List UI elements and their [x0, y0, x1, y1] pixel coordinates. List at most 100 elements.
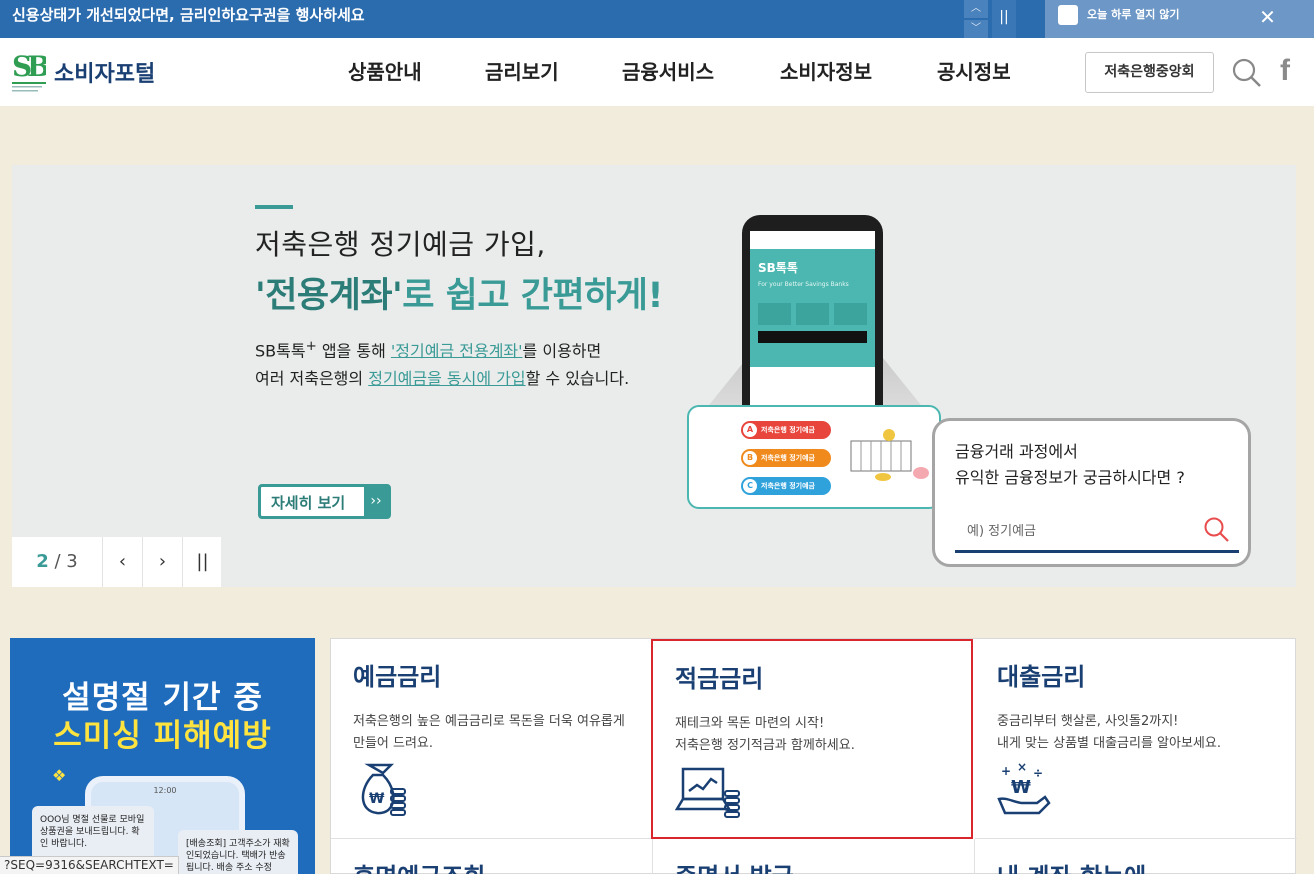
card-desc-line2: 만들어 드려요.	[353, 736, 434, 751]
site-logo[interactable]: S B 소비자포털	[12, 48, 172, 98]
pager-total: 3	[66, 551, 78, 572]
phone-menu-box	[758, 303, 791, 325]
nav-item-rates[interactable]: 금리보기	[485, 56, 559, 85]
search-icon[interactable]	[1232, 58, 1262, 88]
card-deposit-rate[interactable]: 예금금리 저축은행의 높은 예금금리로 목돈을 더욱 여유롭게 만들어 드려요.…	[331, 639, 653, 839]
card-description: 중금리부터 햇살론, 사잇돌2까지! 내게 맞는 상품별 대출금리를 알아보세요…	[997, 711, 1221, 755]
pager-prev-button[interactable]: ‹	[102, 537, 142, 587]
pager-next-button[interactable]: ›	[142, 537, 182, 587]
double-chevron-right-icon: ››	[364, 487, 388, 516]
hero-pager: 2 / 3 ‹ › ||	[12, 537, 221, 587]
dont-show-today[interactable]: 오늘 하루 열지 않기	[1045, 0, 1221, 38]
notice-message[interactable]: 신용상태가 개선되었다면, 금리인하요구권을 행사하세요	[12, 5, 365, 25]
card-desc-line1: 중금리부터 햇살론, 사잇돌2까지!	[997, 714, 1179, 729]
sb-logo-icon: S B	[12, 50, 46, 92]
hero-banner: 저축은행 정기예금 가입, '전용계좌'로 쉽고 간편하게! SB톡톡+ 앱을 …	[12, 165, 1296, 587]
card-desc-line2: 저축은행 정기적금과 함께하세요.	[675, 738, 855, 753]
rate-cards: 예금금리 저축은행의 높은 예금금리로 목돈을 더욱 여유롭게 만들어 드려요.…	[330, 638, 1297, 874]
info-search-field	[955, 513, 1239, 553]
federation-button[interactable]: 저축은행중앙회	[1085, 52, 1214, 93]
nav-item-services[interactable]: 금융서비스	[622, 56, 714, 85]
laptop-coins-icon	[675, 767, 740, 818]
desc-mid: 앱을 통해	[316, 341, 391, 361]
card-desc-line1: 저축은행의 높은 예금금리로 목돈을 더욱 여유롭게	[353, 714, 625, 729]
search-question: 금융거래 과정에서 유익한 금융정보가 궁금하시다면 ?	[955, 439, 1185, 491]
hero-title-line2: '전용계좌'로 쉽고 간편하게!	[255, 267, 663, 318]
phone-menu-box	[834, 303, 867, 325]
pager-pause-button[interactable]: ||	[182, 537, 222, 587]
flow-key-c: C	[743, 479, 757, 493]
flow-item-b: B 저축은행 정기예금	[741, 449, 831, 467]
svg-text:÷: ÷	[1033, 766, 1043, 780]
hero-title-line1: 저축은행 정기예금 가입,	[255, 228, 546, 261]
phone-app-name: SB톡톡	[758, 261, 798, 275]
card-desc-line1: 재테크와 목돈 마련의 시작!	[675, 716, 825, 731]
more-label: 자세히 보기	[271, 494, 346, 512]
pause-icon: ||	[196, 551, 209, 572]
card-dormant-deposit[interactable]: 휴면예금조회	[331, 839, 653, 874]
dont-show-label: 오늘 하루 열지 않기	[1087, 8, 1180, 21]
info-search-panel: 금융거래 과정에서 유익한 금융정보가 궁금하시다면 ?	[932, 418, 1251, 567]
flow-label-b: 저축은행 정기예금	[761, 454, 815, 462]
nav-item-consumer-info[interactable]: 소비자정보	[780, 56, 872, 85]
dont-show-checkbox[interactable]	[1058, 5, 1078, 25]
promo-line2: 스미싱 피해예방	[53, 718, 272, 754]
hero-desc-line1: SB톡톡+ 앱을 통해 '정기예금 전용계좌'를 이용하면	[255, 333, 629, 365]
svg-text:×: ×	[1017, 760, 1027, 774]
svg-text:B: B	[27, 50, 46, 83]
notice-close-button[interactable]: ✕	[1221, 0, 1314, 38]
card-description: 재테크와 목돈 마련의 시작! 저축은행 정기적금과 함께하세요.	[675, 713, 855, 757]
card-title: 적금금리	[675, 665, 764, 693]
site-header: S B 소비자포털 상품안내 금리보기 금융서비스 소비자정보 공시정보 저축은…	[0, 38, 1314, 106]
pager-current: 2	[36, 551, 49, 572]
pager-counter: 2 / 3	[36, 551, 78, 572]
card-certificate[interactable]: 증명서 발급	[653, 839, 975, 874]
hand-won-icon: + × ÷ ₩	[997, 760, 1051, 815]
flow-label-c: 저축은행 정기예금	[761, 482, 815, 490]
money-bag-icon: ₩	[361, 763, 406, 816]
close-icon: ✕	[1259, 5, 1276, 29]
desc-suffix1: 를 이용하면	[522, 341, 602, 361]
promo-message-bubble: [배송조회] 고객주소가 재확인되었습니다. 택배가 반송 됩니다. 배송 주소…	[178, 830, 298, 874]
chevron-right-icon: ›	[158, 551, 167, 572]
card-loan-rate[interactable]: 대출금리 중금리부터 햇살론, 사잇돌2까지! 내게 맞는 상품별 대출금리를 …	[975, 639, 1297, 839]
desc-app-name: SB톡톡	[255, 341, 306, 361]
nav-item-disclosure[interactable]: 공시정보	[937, 56, 1011, 85]
facebook-icon[interactable]: f	[1280, 54, 1304, 88]
svg-text:₩: ₩	[369, 791, 385, 807]
flow-key-a: A	[743, 423, 757, 437]
desc-prefix2: 여러 저축은행의	[255, 369, 369, 389]
account-flow-illustration: A 저축은행 정기예금 B 저축은행 정기예금 C 저축은행 정기예금	[687, 405, 941, 509]
search-question-line2: 유익한 금융정보가 궁금하시다면 ?	[955, 468, 1185, 487]
hero-title-highlight: '전용계좌'	[255, 276, 403, 316]
card-description: 저축은행의 높은 예금금리로 목돈을 더욱 여유롭게 만들어 드려요.	[353, 711, 625, 755]
card-title: 휴면예금조회	[353, 857, 485, 874]
chevron-up-icon[interactable]: ︿	[964, 0, 988, 18]
chevron-left-icon: ‹	[118, 551, 127, 572]
sparkle-icon: ❖	[52, 766, 67, 785]
logo-text: 소비자포털	[54, 62, 156, 87]
desc-app-sup: +	[305, 339, 317, 354]
desc-link-join: 정기예금을 동시에 가입	[368, 369, 526, 389]
hero-more-button[interactable]: 자세히 보기 ››	[258, 484, 391, 519]
status-url: ?SEQ=9316&SEARCHTEXT=	[0, 856, 179, 874]
card-my-accounts[interactable]: 내 계좌 한눈에	[975, 839, 1297, 874]
hero-title-rest: 로 쉽고 간편하게!	[402, 276, 663, 316]
hero-desc-line2: 여러 저축은행의 정기예금을 동시에 가입할 수 있습니다.	[255, 365, 629, 393]
nav-item-products[interactable]: 상품안내	[348, 56, 422, 85]
desc-link-account: '정기예금 전용계좌'	[390, 341, 523, 361]
phone-login-bar	[758, 331, 867, 343]
phone-menu-box	[796, 303, 829, 325]
smishing-promo-banner[interactable]: 설명절 기간 중 스미싱 피해예방 ❖ 12:00 OOO님 명절 선물로 모바…	[10, 638, 315, 874]
title-accent-line	[255, 205, 293, 209]
search-icon[interactable]	[1203, 516, 1231, 544]
phone-tagline: For your Better Savings Banks	[758, 281, 849, 288]
pause-icon: ||	[999, 9, 1009, 25]
search-question-line1: 금융거래 과정에서	[955, 442, 1078, 461]
chevron-down-icon[interactable]: ﹀	[964, 20, 988, 38]
card-installment-rate[interactable]: 적금금리 재테크와 목돈 마련의 시작! 저축은행 정기적금과 함께하세요.	[651, 639, 973, 839]
notice-pause-button[interactable]: ||	[992, 0, 1016, 38]
flow-key-b: B	[743, 451, 757, 465]
flow-label-a: 저축은행 정기예금	[761, 426, 815, 434]
info-search-input[interactable]	[967, 521, 1197, 541]
